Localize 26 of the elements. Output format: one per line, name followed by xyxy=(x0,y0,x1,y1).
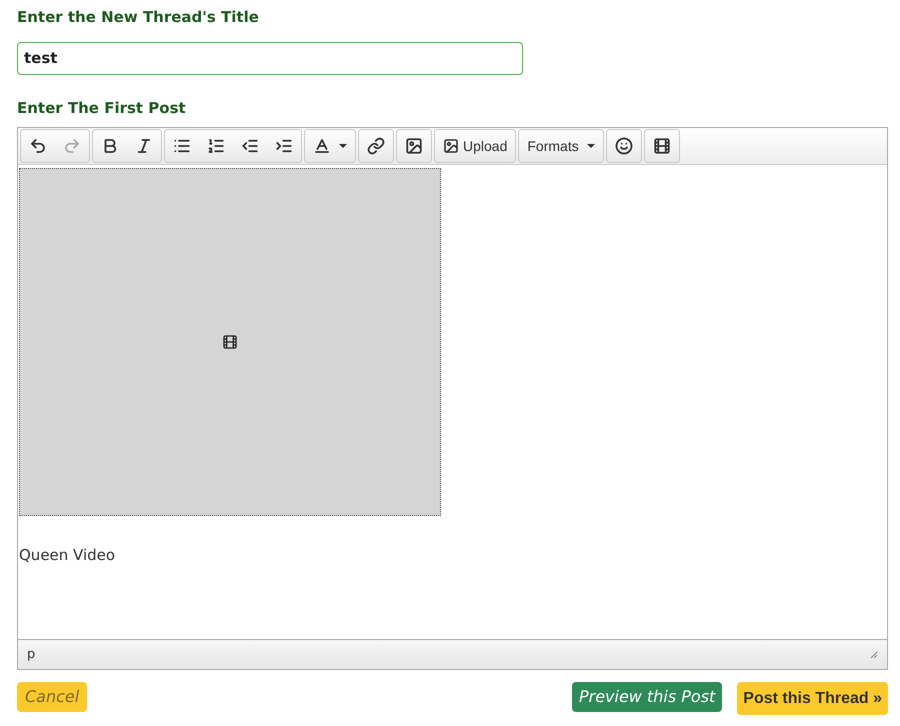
title-field[interactable]: test xyxy=(17,42,523,74)
caret-icon xyxy=(339,144,347,148)
italic-icon xyxy=(135,137,153,155)
indent-icon xyxy=(275,137,293,155)
field-label: Enter the New Thread's Title xyxy=(17,7,260,28)
upload-button[interactable]: Upload xyxy=(435,130,516,162)
preview-button[interactable]: Preview this Post xyxy=(572,682,722,712)
formats-dropdown[interactable]: Formats xyxy=(519,130,603,162)
text-color-icon xyxy=(313,137,331,155)
bullet-list-icon xyxy=(173,137,191,155)
film-icon xyxy=(222,334,238,350)
paragraph-text: Queen Video xyxy=(19,545,116,566)
caret-icon xyxy=(586,144,595,148)
outdent-icon xyxy=(241,137,259,155)
image-icon xyxy=(443,138,459,154)
element-path[interactable]: p xyxy=(27,644,36,664)
smiley-icon xyxy=(614,137,633,155)
field-label: Enter The First Post xyxy=(17,98,187,118)
undo-icon xyxy=(29,137,47,155)
film-icon xyxy=(652,137,671,155)
image-icon xyxy=(405,137,423,155)
submit-button[interactable]: Post this Thread » xyxy=(737,682,888,715)
resize-handle-icon[interactable] xyxy=(870,650,878,658)
link-icon xyxy=(367,137,385,155)
numbered-list-icon xyxy=(207,137,225,155)
redo-icon xyxy=(63,137,81,155)
